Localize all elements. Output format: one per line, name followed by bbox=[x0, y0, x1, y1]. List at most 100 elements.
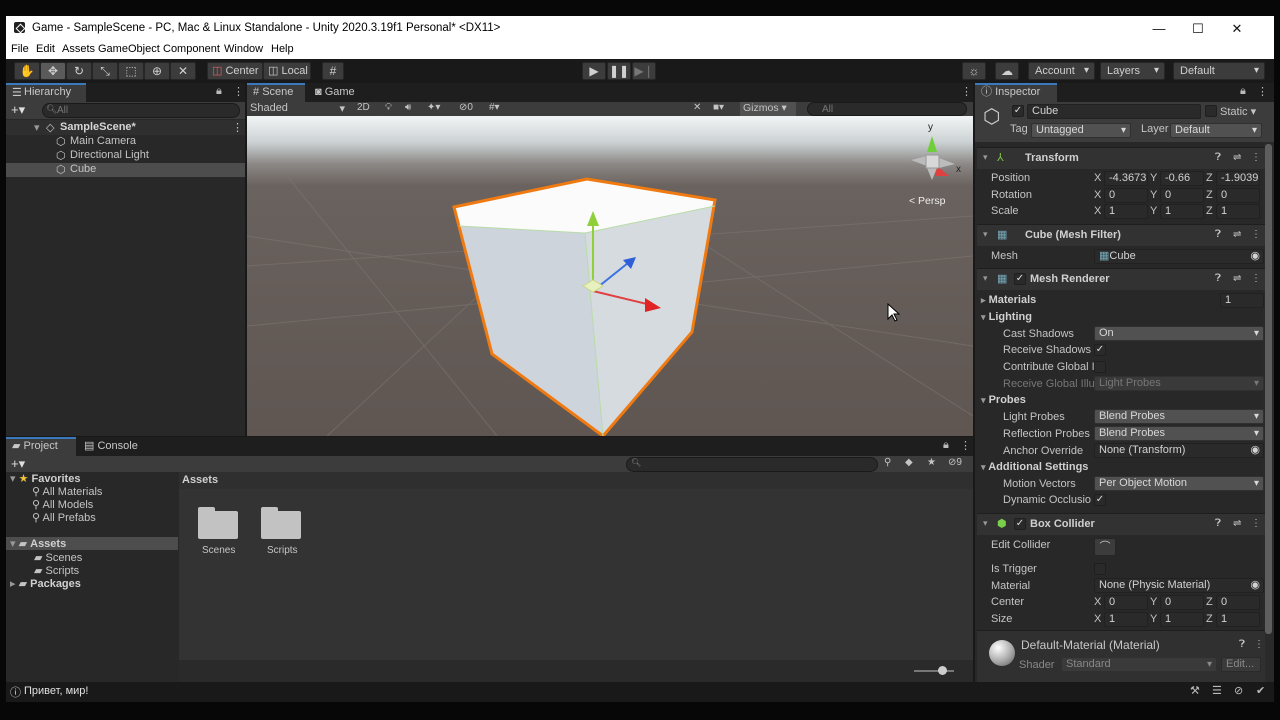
icon-size-slider[interactable] bbox=[914, 670, 954, 672]
tab-project[interactable]: ▰ Project bbox=[6, 437, 76, 456]
scale-tool-icon[interactable]: ⤡ bbox=[92, 62, 118, 80]
menu-file[interactable]: File bbox=[11, 43, 29, 55]
project-kebab-icon[interactable]: ⋮ bbox=[960, 439, 971, 452]
hierarchy-item-cube[interactable]: ⬡ Cube bbox=[6, 163, 245, 177]
lock-icon[interactable]: 🔒︎ bbox=[216, 85, 222, 98]
orientation-gizmo[interactable]: x y bbox=[911, 122, 961, 180]
scale-axis-label[interactable]: Z bbox=[1206, 205, 1213, 217]
help-icon[interactable]: ❓︎ bbox=[1239, 639, 1245, 650]
favorite-all-models[interactable]: ⚲ All Models bbox=[32, 498, 93, 511]
pivot-center-button[interactable]: ◫ Center bbox=[207, 62, 263, 80]
additional-settings-foldout[interactable]: ▾ Additional Settings bbox=[981, 461, 1088, 473]
hierarchy-search-input[interactable]: All bbox=[42, 103, 240, 118]
menu-gameobject[interactable]: GameObject bbox=[98, 43, 160, 55]
menu-component[interactable]: Component bbox=[163, 43, 220, 55]
rotation-axis-label[interactable]: Z bbox=[1206, 189, 1213, 201]
object-name-field[interactable]: Cube bbox=[1027, 104, 1201, 119]
size-y-field[interactable]: 1 bbox=[1160, 612, 1204, 627]
audio-toggle-icon[interactable]: 🔊︎ bbox=[405, 102, 411, 113]
materials-foldout[interactable]: ▸ Materials bbox=[981, 294, 1036, 306]
component-menu-icon[interactable]: ⋮ bbox=[1251, 152, 1261, 163]
step-button[interactable]: ▶❘ bbox=[632, 62, 656, 80]
cache-server-icon[interactable]: ☰ bbox=[1212, 684, 1222, 697]
rotation-z-field[interactable]: 0 bbox=[1216, 188, 1260, 203]
breadcrumb-assets[interactable]: Assets bbox=[182, 474, 218, 486]
menu-edit[interactable]: Edit bbox=[36, 43, 55, 55]
filter-type-icon[interactable]: ⚲ bbox=[884, 457, 891, 468]
rotation-y-field[interactable]: 0 bbox=[1160, 188, 1204, 203]
is-trigger-checkbox[interactable] bbox=[1094, 563, 1106, 575]
scene-viewport[interactable]: x y < Persp bbox=[247, 116, 973, 436]
scale-z-field[interactable]: 1 bbox=[1216, 204, 1260, 219]
transform-header[interactable]: ▾ ⅄ Transform ❓︎ ⇌ ⋮ bbox=[977, 147, 1265, 169]
menu-assets[interactable]: Assets bbox=[62, 43, 95, 55]
help-icon[interactable]: ❓︎ bbox=[1215, 273, 1221, 284]
inspector-scrollbar-thumb[interactable] bbox=[1265, 144, 1272, 634]
edit-collider-button[interactable]: ⌒ bbox=[1094, 538, 1116, 556]
toggle-2d-button[interactable]: 2D bbox=[357, 102, 370, 113]
position-y-field[interactable]: -0.66 bbox=[1160, 171, 1204, 186]
tab-hierarchy[interactable]: ☰ Hierarchy bbox=[6, 83, 86, 102]
tree-scenes-row[interactable]: ▰ Scenes bbox=[34, 551, 82, 564]
menu-help[interactable]: Help bbox=[271, 43, 294, 55]
size-x-field[interactable]: 1 bbox=[1104, 612, 1148, 627]
materials-count-field[interactable]: 1 bbox=[1220, 293, 1264, 308]
lighting-toggle-icon[interactable]: 💡︎ bbox=[385, 102, 392, 113]
scene-search-input[interactable]: All bbox=[807, 102, 967, 116]
size-axis-label[interactable]: Z bbox=[1206, 613, 1213, 625]
preset-icon[interactable]: ⇌ bbox=[1233, 152, 1241, 163]
box-collider-enabled-checkbox[interactable]: ✓ bbox=[1014, 518, 1026, 530]
static-dropdown[interactable]: Static ▾ bbox=[1220, 105, 1256, 118]
size-z-field[interactable]: 1 bbox=[1216, 612, 1260, 627]
folder-scripts-label[interactable]: Scripts bbox=[267, 545, 298, 556]
tree-packages-row[interactable]: ▸ ▰ Packages bbox=[10, 577, 81, 590]
scale-x-field[interactable]: 1 bbox=[1104, 204, 1148, 219]
folder-scripts-icon[interactable] bbox=[261, 507, 301, 539]
collab-icon[interactable]: ☼ bbox=[962, 62, 986, 80]
scale-axis-label[interactable]: Y bbox=[1150, 205, 1157, 217]
maximize-button[interactable]: ☐ bbox=[1183, 19, 1213, 39]
auto-generate-lighting-icon[interactable]: ⚒ bbox=[1190, 684, 1200, 697]
play-button[interactable]: ▶ bbox=[582, 62, 606, 80]
close-button[interactable]: ✕ bbox=[1222, 19, 1252, 39]
scene-row[interactable]: ▾ ◇ SampleScene* ⋮ bbox=[6, 120, 245, 135]
favorite-star-icon[interactable]: ★ bbox=[927, 457, 936, 468]
space-local-button[interactable]: ◫ Local bbox=[263, 62, 311, 80]
rotate-tool-icon[interactable]: ↻ bbox=[66, 62, 92, 80]
preset-icon[interactable]: ⇌ bbox=[1233, 273, 1241, 284]
hierarchy-item-directional-light[interactable]: ⬡ Directional Light bbox=[6, 149, 245, 163]
mesh-field[interactable]: ▦Cube ◉ bbox=[1094, 249, 1264, 264]
project-lock-icon[interactable]: 🔒︎ bbox=[943, 439, 949, 452]
position-axis-label[interactable]: X bbox=[1094, 172, 1101, 184]
cast-shadows-dropdown[interactable]: On bbox=[1094, 326, 1264, 341]
inspector-scrollbar[interactable] bbox=[1263, 142, 1274, 682]
center-axis-label[interactable]: Z bbox=[1206, 596, 1213, 608]
position-axis-label[interactable]: Y bbox=[1150, 172, 1157, 184]
layer-dropdown[interactable]: Default bbox=[1170, 123, 1262, 138]
mesh-renderer-header[interactable]: ▾ ▦ ✓ Mesh Renderer ❓︎ ⇌ ⋮ bbox=[977, 268, 1265, 290]
tab-scene[interactable]: # Scene bbox=[247, 83, 305, 102]
move-tool-icon[interactable]: ✥ bbox=[40, 62, 66, 80]
receive-shadows-checkbox[interactable]: ✓ bbox=[1094, 344, 1106, 356]
hidden-packages-icon[interactable]: ⊘9 bbox=[948, 457, 962, 468]
help-icon[interactable]: ❓︎ bbox=[1215, 229, 1221, 240]
hidden-objects-icon[interactable]: ⊘0 bbox=[459, 102, 473, 113]
inspector-kebab-icon[interactable]: ⋮ bbox=[1257, 85, 1268, 98]
tree-assets-row[interactable]: ▾ ▰ Assets bbox=[6, 537, 178, 550]
object-picker-icon[interactable]: ◉ bbox=[1250, 250, 1260, 263]
object-picker-icon[interactable]: ◉ bbox=[1250, 579, 1260, 592]
light-probes-dropdown[interactable]: Blend Probes bbox=[1094, 409, 1264, 424]
scale-y-field[interactable]: 1 bbox=[1160, 204, 1204, 219]
rect-tool-icon[interactable]: ⬚ bbox=[118, 62, 144, 80]
layout-dropdown[interactable]: Default bbox=[1173, 62, 1265, 80]
progress-icon[interactable]: ✔ bbox=[1256, 684, 1265, 697]
component-menu-icon[interactable]: ⋮ bbox=[1251, 273, 1261, 284]
shading-mode-dropdown[interactable]: Shaded ▾ bbox=[250, 102, 345, 115]
size-axis-label[interactable]: Y bbox=[1150, 613, 1157, 625]
icon-size-slider-thumb[interactable] bbox=[938, 666, 947, 675]
scale-axis-label[interactable]: X bbox=[1094, 205, 1101, 217]
tab-inspector[interactable]: ⓘ Inspector bbox=[975, 83, 1057, 102]
component-menu-icon[interactable]: ⋮ bbox=[1251, 518, 1261, 529]
box-collider-header[interactable]: ▾ ⬢ ✓ Box Collider ❓︎ ⇌ ⋮ bbox=[977, 513, 1265, 535]
reflection-probes-dropdown[interactable]: Blend Probes bbox=[1094, 426, 1264, 441]
